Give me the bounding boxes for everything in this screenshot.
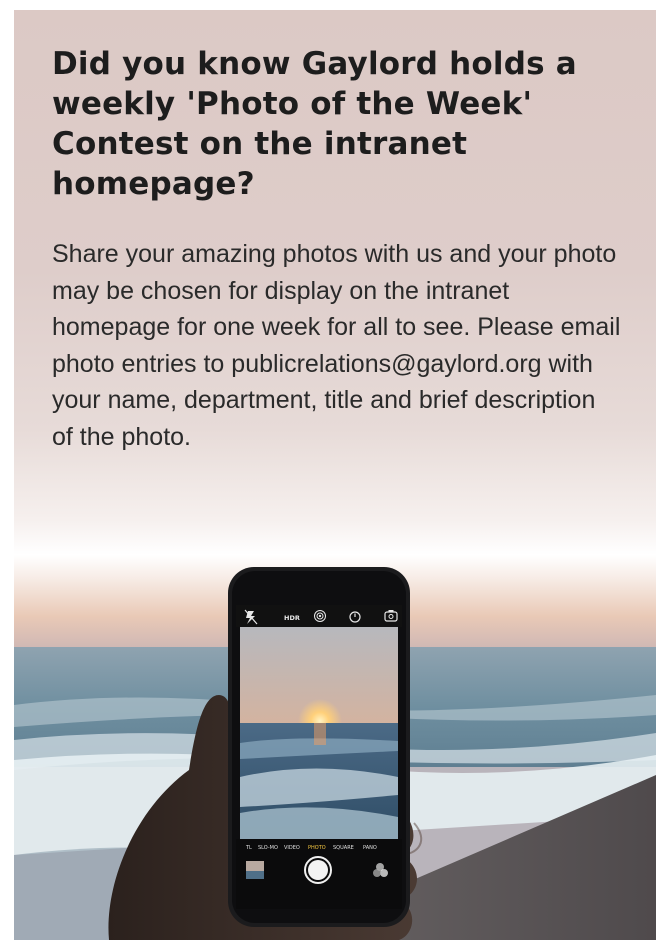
promo-body: Share your amazing photos with us and yo… bbox=[52, 240, 621, 451]
mode-photo[interactable]: PHOTO bbox=[308, 845, 326, 851]
promo-content: Did you know Gaylord holds a weekly 'Pho… bbox=[52, 44, 622, 455]
mode-tl[interactable]: TL bbox=[245, 845, 252, 851]
mode-video[interactable]: VIDEO bbox=[284, 845, 300, 851]
thumbnail[interactable] bbox=[246, 861, 264, 879]
promo-card: Did you know Gaylord holds a weekly 'Pho… bbox=[14, 10, 656, 940]
hdr-label[interactable]: HDR bbox=[284, 614, 300, 622]
promo-headline: Did you know Gaylord holds a weekly 'Pho… bbox=[52, 46, 577, 202]
mode-square[interactable]: SQUARE bbox=[333, 845, 354, 851]
shutter-button-icon[interactable] bbox=[304, 856, 332, 884]
promo-photo: HDR TL SLO-MO VIDEO PHOTO SQUARE PANO bbox=[14, 555, 656, 940]
mode-pano[interactable]: PANO bbox=[363, 845, 377, 851]
mode-slo-mo[interactable]: SLO-MO bbox=[258, 845, 278, 851]
